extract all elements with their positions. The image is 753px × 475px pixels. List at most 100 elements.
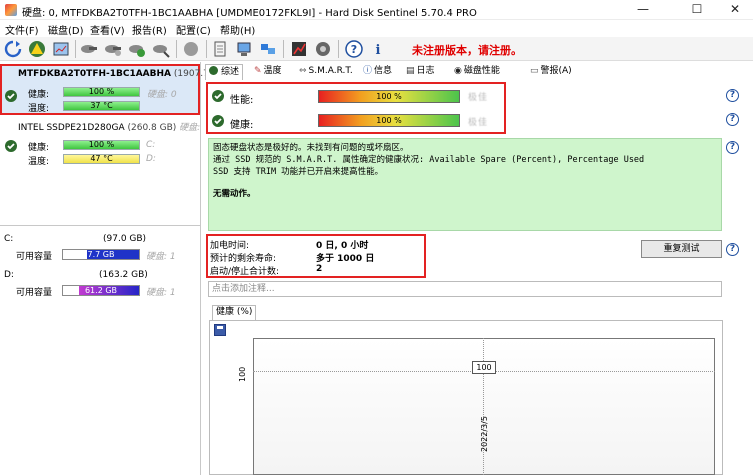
disk-list-panel: MTFDKBA2T0TFH-1BC1AABHA (1907.7 GB) 健康: … [0,62,228,475]
smart-icon: ⇔ [299,66,307,76]
thermometer-icon: ✎ [254,66,262,76]
performance-label: 性能: [230,95,254,106]
disk-check-icon[interactable] [128,40,146,58]
network-icon[interactable] [259,40,277,58]
summary-action: 无需动作。 [213,189,256,199]
unregistered-notice[interactable]: 未注册版本，请注册。 [412,42,522,58]
summary-line: SSD 支持 TRIM 功能并已开启来提高性能。 [213,167,384,177]
disk-item-1[interactable]: INTEL SSDPE21D280GA (260.8 GB) 硬盘: 健康: 1… [0,118,201,167]
performance-icon: ◉ [454,66,462,76]
performance-bar: 100 % [318,90,460,103]
tab-bar: 综述 ✎ 温度 ⇔ S.M.A.R.T. ⓘ 信息 ▤ 日志 ◉ 磁盘性能 ▭ 警报(A) [203,62,753,80]
tab-log[interactable]: ▤ 日志 [403,64,438,80]
tab-temperature[interactable]: ✎ 温度 [251,64,285,80]
window-title: 硬盘: 0, MTFDKBA2T0TFH-1BC1AABHA [UMDME017… [22,8,477,19]
disk-name: INTEL SSDPE21D280GA (260.8 GB) 硬盘: [18,123,201,133]
menu-config[interactable]: 配置(C) [176,22,211,37]
volume-letter: D: [4,270,14,280]
summary-line: 通过 SSD 规范的 S.M.A.R.T. 属性确定的健康状况: Availab… [213,155,645,165]
health-bar: 100 % [63,87,140,97]
surface-test-icon[interactable] [104,40,122,58]
health-label: 健康: [28,143,50,153]
drive-letter-d: D: [146,154,156,164]
free-space-label: 可用容量 [16,288,53,298]
computer-icon[interactable] [235,40,253,58]
close-button[interactable]: ✕ [718,0,752,20]
stop-icon[interactable] [182,40,200,58]
remaining-life-value: 多于 1000 日 [316,254,375,264]
disk-ref: 硬盘: 1 [146,288,176,298]
volume-letter: C: [4,234,14,244]
divider [0,225,200,227]
status-ok-icon [5,140,17,152]
usage-stats: 加电时间: 0 日, 0 小时 预计的剩余寿命: 多于 1000 日 启动/停止… [206,234,426,278]
volume-size: (97.0 GB) [103,234,147,244]
performance-rating: 极佳 [468,93,489,103]
tab-overview[interactable]: 综述 [205,64,244,80]
svg-text:i: i [376,43,381,58]
temp-label: 温度: [28,104,50,114]
help-icon[interactable]: ? [345,40,363,58]
menu-bar: 文件(F) 磁盘(D) 查看(V) 报告(R) 配置(C) 帮助(H) [0,20,753,37]
help-icon[interactable]: ? [726,243,739,256]
disk-item-0[interactable]: MTFDKBA2T0TFH-1BC1AABHA (1907.7 GB) 健康: … [0,64,228,115]
warning-icon[interactable] [28,40,46,58]
tab-smart[interactable]: ⇔ S.M.A.R.T. [296,64,356,80]
help-icon[interactable]: ? [726,113,739,126]
chart-plot-area [253,338,715,475]
disk-name: MTFDKBA2T0TFH-1BC1AABHA (1907.7 GB) [18,69,229,79]
menu-help[interactable]: 帮助(H) [220,22,255,37]
health-rating: 极佳 [468,118,489,128]
temp-bar: 37 °C [63,101,140,111]
disk-info-icon[interactable] [152,40,170,58]
temp-label: 温度: [28,157,50,167]
maximize-button[interactable]: ☐ [680,0,714,20]
chart-x-gridline [483,338,484,475]
free-space-bar: 7.7 GB [62,249,140,260]
toolbar: ? i 未注册版本，请注册。 [0,37,753,61]
menu-view[interactable]: 查看(V) [90,22,125,37]
refresh-icon[interactable] [4,40,22,58]
volume-d[interactable]: D: (163.2 GB) 可用容量 61.2 GB 硬盘: 1 [0,268,200,298]
health-label: 健康: [28,90,50,100]
minimize-button[interactable]: — [626,0,660,20]
help-icon[interactable]: ? [726,89,739,102]
ok-icon [209,66,218,75]
settings-icon[interactable] [314,40,332,58]
volume-c[interactable]: C: (97.0 GB) 可用容量 7.7 GB 硬盘: 1 [0,232,200,262]
chart-tab-health[interactable]: 健康 (%) [212,305,257,320]
power-on-value: 0 日, 0 小时 [316,241,369,251]
menu-disk[interactable]: 磁盘(D) [48,22,84,37]
help-icon[interactable]: ? [726,141,739,154]
benchmark-icon[interactable] [290,40,308,58]
svg-text:?: ? [351,43,357,56]
note-input[interactable]: 点击添加注释... [208,281,722,297]
menu-file[interactable]: 文件(F) [5,22,39,37]
start-stop-value: 2 [316,264,323,274]
tab-alerts[interactable]: ▭ 警报(A) [527,64,575,80]
remaining-life-label: 预计的剩余寿命: [210,254,277,264]
performance-health-box: 性能: 100 % 极佳 健康: 100 % 极佳 [206,82,506,134]
report-icon[interactable] [52,40,70,58]
health-label: 健康: [230,120,254,131]
menu-report[interactable]: 报告(R) [132,22,167,37]
tab-info[interactable]: ⓘ 信息 [360,64,395,80]
about-icon[interactable]: i [369,40,387,58]
drive-letter-c: C: [146,140,156,150]
health-ok-icon [212,115,224,127]
test-icon[interactable] [80,40,98,58]
repeat-test-button[interactable]: 重复测试 [641,240,722,258]
health-bar: 100 % [318,114,460,127]
free-space-label: 可用容量 [16,252,53,262]
chart-y-tick: 100 [238,366,247,382]
document-icon[interactable] [211,40,229,58]
tab-performance[interactable]: ◉ 磁盘性能 [451,64,503,80]
info-icon: ⓘ [363,66,373,76]
summary-line: 固态硬盘状态是极好的。未找到有问题的或坏扇区。 [213,143,409,153]
save-icon[interactable] [214,324,226,336]
status-summary: 固态硬盘状态是极好的。未找到有问题的或坏扇区。 通过 SSD 规范的 S.M.A… [208,138,722,231]
start-stop-label: 启动/停止合计数: [210,267,280,277]
alert-icon: ▭ [530,66,539,76]
health-bar: 100 % [63,140,140,150]
chart-x-tick: 2022/3/5 [480,416,489,452]
